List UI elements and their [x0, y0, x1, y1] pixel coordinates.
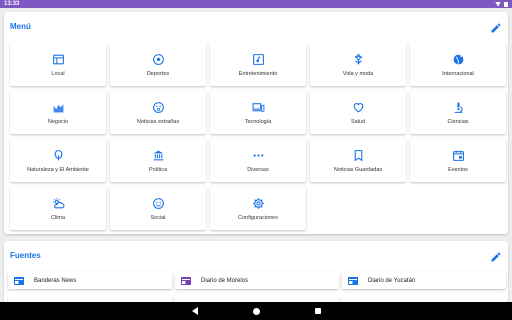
menu-item-label: Naturaleza y El Ambiente — [27, 166, 89, 173]
menu-item-ciencias[interactable]: Ciencias — [410, 91, 506, 134]
menu-item-tecnologia[interactable]: Tecnología — [210, 91, 306, 134]
source-item[interactable]: Banderas News — [8, 272, 172, 289]
menu-item-eventos[interactable]: Eventos — [410, 139, 506, 182]
menu-item-internacional[interactable]: Internacional — [410, 43, 506, 86]
status-time: 13:33 — [4, 1, 20, 7]
source-logo-icon — [348, 276, 358, 285]
menu-item-label: Vida y moda — [342, 70, 374, 77]
menu-item-label: Entretenimiento — [238, 70, 278, 77]
menu-item-configuraciones[interactable]: Configuraciones — [210, 187, 306, 230]
status-icons — [495, 1, 508, 7]
menu-item-clima[interactable]: Clima — [10, 187, 106, 230]
menu-item-label: Internacional — [442, 70, 474, 77]
menu-item-vida-y-moda[interactable]: Vida y moda — [310, 43, 406, 86]
microscope-icon — [452, 101, 465, 114]
menu-item-noticias-extranas[interactable]: Noticias extrañas — [110, 91, 206, 134]
status-bar: 13:33 — [0, 0, 512, 8]
source-logo-icon — [181, 276, 191, 285]
menu-item-label: Noticias Guardadas — [333, 166, 383, 173]
menu-item-deportes[interactable]: Deportes — [110, 43, 206, 86]
gear-icon — [252, 197, 265, 210]
recent-apps-icon[interactable] — [314, 308, 321, 314]
edit-menu-button[interactable] — [490, 21, 502, 33]
source-label: Diario de Yucatán — [368, 277, 416, 284]
navigation-bar — [0, 302, 512, 320]
bookmark-icon — [352, 149, 365, 162]
more-dots-icon — [252, 149, 265, 162]
smiley-icon — [152, 197, 165, 210]
menu-item-label: Tecnología — [244, 118, 272, 125]
home-icon[interactable] — [252, 307, 260, 315]
flower-icon — [352, 53, 365, 66]
menu-item-local[interactable]: Local — [10, 43, 106, 86]
pencil-icon — [491, 23, 501, 33]
sources-card: Fuentes Banderas News Diario de Morelos … — [4, 241, 508, 309]
wifi-icon — [495, 1, 501, 7]
source-label: Diario de Morelos — [201, 277, 249, 284]
tree-icon — [52, 149, 65, 162]
sources-list: Banderas News Diario de Morelos Diario d… — [8, 272, 506, 289]
menu-item-negocio[interactable]: Negocio — [10, 91, 106, 134]
weather-icon — [52, 197, 65, 210]
pencil-icon — [491, 252, 501, 262]
soccer-ball-icon — [152, 53, 165, 66]
source-item[interactable]: Diario de Yucatán — [342, 272, 506, 289]
menu-item-naturaleza[interactable]: Naturaleza y El Ambiente — [10, 139, 106, 182]
menu-item-label: Salud — [350, 118, 366, 125]
surprised-face-icon — [152, 101, 165, 114]
menu-item-label: Política — [148, 166, 168, 173]
menu-item-label: Ciencias — [447, 118, 469, 125]
newspaper-icon — [52, 53, 65, 66]
menu-item-noticias-guardadas[interactable]: Noticias Guardadas — [310, 139, 406, 182]
battery-icon — [504, 1, 508, 7]
menu-item-label: Local — [51, 70, 65, 77]
menu-title: Menú — [10, 22, 31, 31]
heart-icon — [352, 101, 365, 114]
menu-item-social[interactable]: Social — [110, 187, 206, 230]
menu-item-label: Noticias extrañas — [136, 118, 180, 125]
menu-grid: Local Deportes Entretenimiento Vida y mo… — [10, 43, 506, 230]
menu-item-entretenimiento[interactable]: Entretenimiento — [210, 43, 306, 86]
calendar-icon — [452, 149, 465, 162]
menu-item-salud[interactable]: Salud — [310, 91, 406, 134]
source-logo-icon — [14, 276, 24, 285]
source-item[interactable]: Diario de Morelos — [175, 272, 339, 289]
menu-item-label: Clima — [50, 214, 66, 221]
menu-item-label: Social — [150, 214, 166, 221]
menu-item-label: Negocio — [47, 118, 69, 125]
menu-item-label: Configuraciones — [238, 214, 278, 221]
menu-item-diversas[interactable]: Diversas — [210, 139, 306, 182]
institution-icon — [152, 149, 165, 162]
menu-card: Menú Local Deportes Entretenimiento Vida… — [4, 12, 508, 234]
source-label: Banderas News — [34, 277, 77, 284]
devices-icon — [252, 101, 265, 114]
back-icon[interactable] — [191, 307, 198, 315]
globe-icon — [452, 53, 465, 66]
edit-sources-button[interactable] — [490, 250, 502, 262]
menu-item-politica[interactable]: Política — [110, 139, 206, 182]
music-note-icon — [252, 53, 265, 66]
chart-icon — [52, 101, 65, 114]
menu-item-label: Deportes — [146, 70, 170, 77]
sources-title: Fuentes — [10, 251, 41, 260]
menu-item-label: Eventos — [448, 166, 468, 173]
menu-item-label: Diversas — [247, 166, 269, 173]
